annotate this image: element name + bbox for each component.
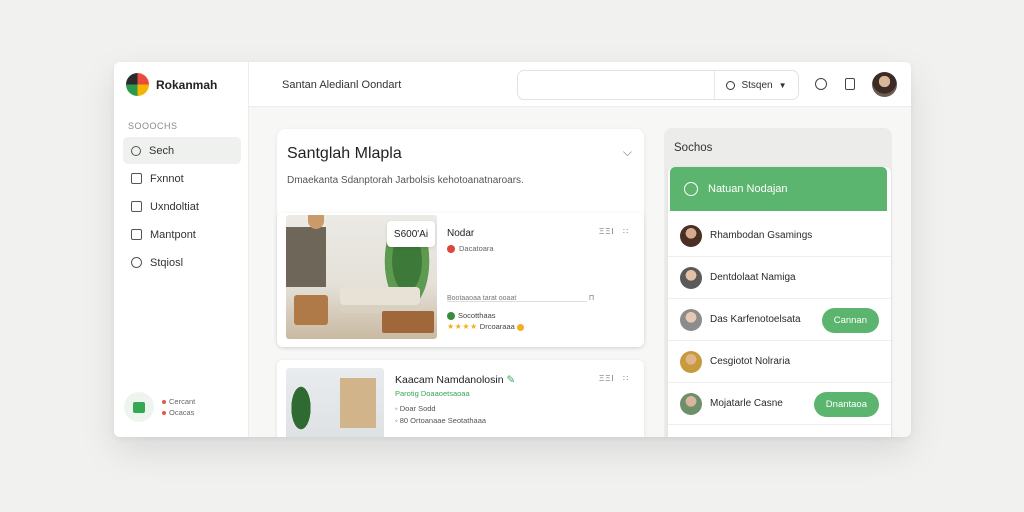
sidebar-footer[interactable]: Cercant Ocacas [124, 392, 195, 422]
circle-icon [684, 182, 698, 196]
clock-icon [131, 257, 142, 268]
sidebar: Rokanmah SOOOCHS Sech Fxnnot Uxndoltiat … [114, 62, 249, 437]
sidebar-item-clock[interactable]: Stqiosl [123, 249, 241, 276]
brand-name: Rokanmah [156, 77, 218, 92]
contact-row[interactable]: Das Karfenotoelsata Cannan [668, 299, 891, 341]
listing-photo[interactable] [286, 368, 384, 437]
chevron-down-icon[interactable]: ⌵ [623, 145, 632, 160]
home-icon [131, 173, 142, 184]
sidebar-item-search[interactable]: Sech [123, 137, 241, 164]
agent-avatar [447, 312, 455, 321]
grid-icon[interactable]: ∷ [623, 374, 629, 383]
results-subtitle: Dmaekanta Sdanptorah Jarbolsis kehotoana… [287, 175, 524, 186]
sidebar-item-folder[interactable]: Uxndoltiat [123, 193, 241, 220]
contact-row[interactable]: Cesgiotot Nolraria [668, 341, 891, 383]
sidebar-item-home[interactable]: Fxnnot [123, 165, 241, 192]
grid-icon[interactable]: ∷ [623, 227, 629, 236]
avatar [680, 308, 702, 331]
avatar [680, 224, 702, 247]
page-title: Santan Aledianl Oondart [282, 79, 402, 91]
brand[interactable]: Rokanmah [126, 73, 217, 96]
sidebar-item-label: Mantpont [150, 228, 196, 241]
results-title: Santglah Mlapla [287, 145, 402, 162]
listing-tag: Parotig Doaaoetsaoaa [395, 389, 470, 398]
listing-card[interactable]: S600'Ai Nodar Dacatoara ΞΞΙ ∷ Bootaaoaa … [277, 213, 644, 347]
location-pin-icon [447, 244, 455, 253]
listing-card[interactable]: Kaacam Namdanolosin ✎ Parotig Doaaoetsao… [277, 360, 644, 437]
avatar [680, 266, 702, 289]
contacts-list: Natuan Nodajan Rhambodan Gsamings Dentdo… [668, 167, 891, 437]
contacts-panel: Sochos Natuan Nodajan Rhambodan Gsamings… [664, 128, 892, 437]
contact-row[interactable]: Dentdolaat Namiga [668, 257, 891, 299]
contact-name: Mojatarle Casne [710, 398, 783, 409]
sidebar-nav: Sech Fxnnot Uxndoltiat Mantpont Stqiosl [123, 137, 241, 277]
avatar [680, 392, 702, 415]
app-window: Rokanmah SOOOCHS Sech Fxnnot Uxndoltiat … [114, 62, 911, 437]
chevron-down-icon: ▼ [778, 80, 787, 90]
sidebar-item-label: Stqiosl [150, 256, 184, 269]
listing-meta: ◦ Doar Sodd ◦ 80 Ortoanaae Seotathaaa [395, 404, 487, 425]
sidebar-item-label: Sech [149, 144, 175, 157]
document-icon [131, 229, 142, 240]
listing-title[interactable]: Nodar [447, 228, 474, 239]
search-input[interactable]: Stsqen ▼ [517, 70, 799, 100]
contact-row[interactable]: Mojatarle Casne Dnantaoa [668, 383, 891, 425]
more-icon[interactable]: ΞΞΙ [599, 227, 615, 236]
gift-icon [124, 392, 154, 422]
help-icon[interactable] [815, 78, 827, 90]
listing-details: Bootaaoaa tarat ooaat Π [447, 295, 595, 302]
bookmark-icon[interactable] [845, 78, 855, 90]
contact-name: Cesgiotot Nolraria [710, 356, 791, 367]
panel-header[interactable]: Natuan Nodajan [670, 167, 887, 211]
contact-name: Dentdolaat Namiga [710, 272, 796, 283]
footer-line-1: Cercant [162, 396, 195, 407]
contact-action-button[interactable]: Cannan [821, 308, 879, 333]
sidebar-item-label: Fxnnot [150, 172, 184, 185]
folder-icon [131, 201, 142, 212]
listing-title[interactable]: Kaacam Namdanolosin ✎ [395, 374, 515, 386]
search-button-label: Stsqen [741, 79, 773, 91]
rating-stars: ★★★★ [447, 322, 478, 331]
more-icon[interactable]: ΞΞΙ [599, 374, 615, 383]
search-button[interactable]: Stsqen ▼ [714, 71, 798, 99]
badge-icon [516, 323, 524, 331]
contact-action-button[interactable]: Dnantaoa [813, 392, 879, 417]
contact-name: Das Karfenotoelsata [710, 314, 801, 325]
leaf-icon: ✎ [506, 374, 516, 386]
panel-header-label: Natuan Nodajan [708, 183, 788, 195]
sidebar-item-label: Uxndoltiat [150, 200, 199, 213]
listing-agent: Socotthaas ★★★★ Drcoaraaa [447, 310, 524, 332]
sidebar-section-label: SOOOCHS [128, 121, 178, 131]
contact-name: Rhambodan Gsamings [710, 230, 813, 241]
listing-meta: Dacatoara [447, 244, 494, 253]
footer-line-2: Ocacas [162, 407, 195, 418]
avatar [680, 350, 702, 373]
sidebar-item-document[interactable]: Mantpont [123, 221, 241, 248]
top-header: Santan Aledianl Oondart Stsqen ▼ [249, 62, 911, 107]
search-icon [131, 145, 141, 156]
search-icon [726, 80, 736, 90]
avatar[interactable] [872, 72, 897, 97]
price-tag: S600'Ai [387, 221, 435, 247]
logo-icon [126, 73, 149, 96]
contact-row[interactable]: Rhambodan Gsamings [668, 215, 891, 257]
panel-title: Sochos [674, 142, 713, 154]
